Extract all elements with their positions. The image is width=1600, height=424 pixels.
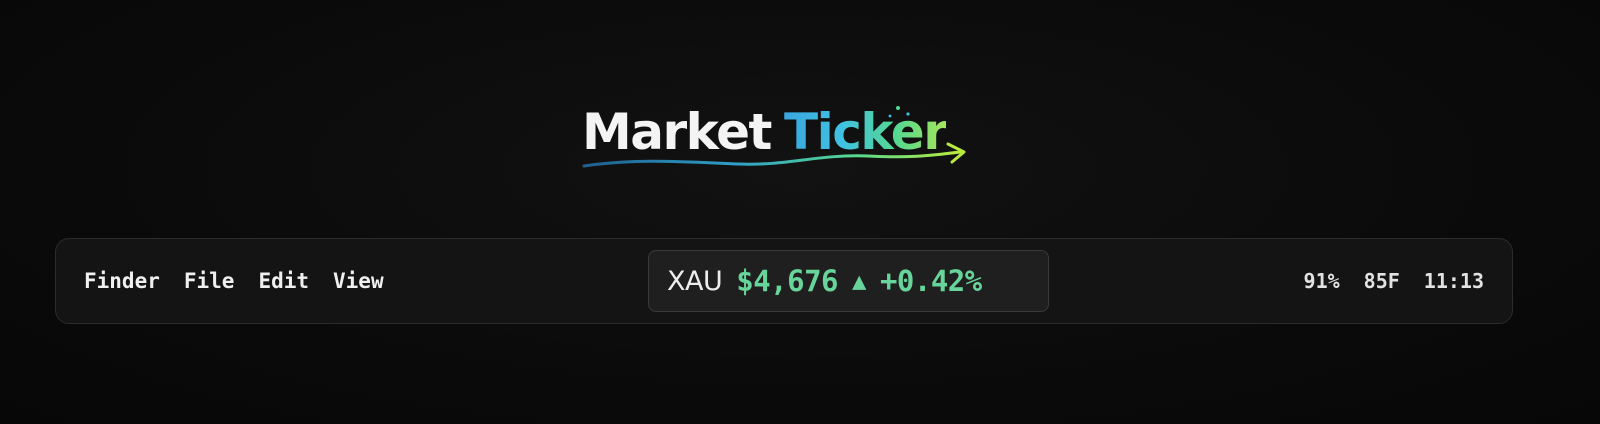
screen: Market Ticker Finder File Edit View XAU … (0, 0, 1600, 424)
up-triangle-icon: ▲ (852, 267, 866, 295)
ticker-widget[interactable]: XAU $4,676 ▲ +0.42% (648, 250, 1049, 312)
menu-item-finder[interactable]: Finder (84, 269, 160, 293)
ticker-change: +0.42% (879, 264, 982, 298)
menu-item-view[interactable]: View (333, 269, 384, 293)
ticker-price: $4,676 (736, 264, 838, 298)
market-ticker-logo: Market Ticker (578, 96, 998, 182)
logo-word-ticker: Ticker (784, 103, 948, 161)
app-menu: Finder File Edit View (84, 239, 384, 323)
status-area: 91% 85F 11:13 (1304, 239, 1484, 323)
menu-item-edit[interactable]: Edit (258, 269, 309, 293)
clock[interactable]: 11:13 (1424, 269, 1484, 293)
menu-bar: Finder File Edit View XAU $4,676 ▲ +0.42… (55, 238, 1513, 324)
weather-status[interactable]: 85F (1364, 269, 1400, 293)
logo-word-market: Market (582, 103, 772, 161)
menu-item-file[interactable]: File (184, 269, 235, 293)
battery-status[interactable]: 91% (1304, 269, 1340, 293)
ticker-symbol: XAU (667, 265, 723, 297)
